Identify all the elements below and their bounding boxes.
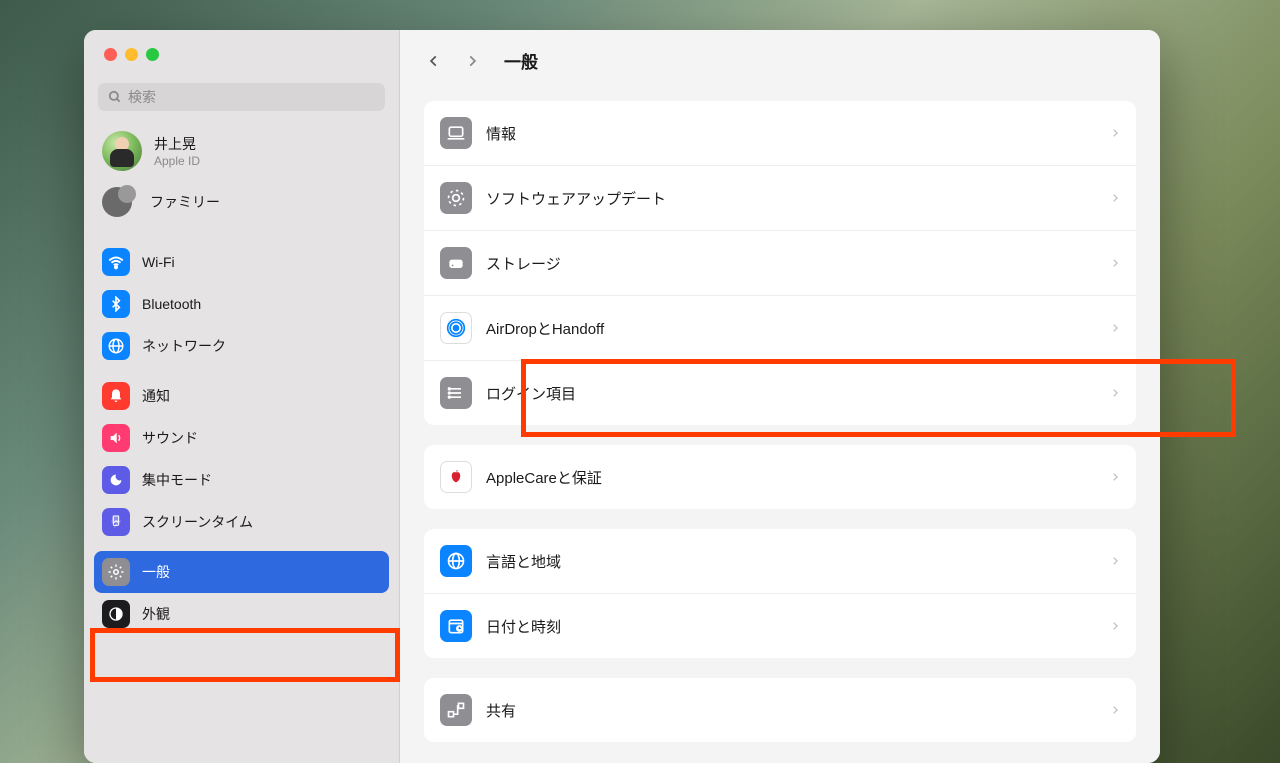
- chevron-right-icon: [1110, 256, 1120, 270]
- calendar-icon: [440, 610, 472, 642]
- chevron-right-icon: [1110, 321, 1120, 335]
- settings-row-sharing[interactable]: 共有: [424, 678, 1136, 742]
- settings-group-1: 情報 ソフトウェアアップデート ストレージ: [424, 101, 1136, 425]
- gear-icon: [440, 182, 472, 214]
- chevron-right-icon: [1110, 703, 1120, 717]
- system-settings-window: 井上晃 Apple ID ファミリー Wi-Fi Bluetooth: [84, 30, 1160, 763]
- row-label: 言語と地域: [486, 551, 1096, 572]
- appearance-icon: [102, 600, 130, 628]
- sidebar-family[interactable]: ファミリー: [84, 181, 399, 223]
- row-label: 共有: [486, 700, 1096, 721]
- sidebar-item-screentime[interactable]: スクリーンタイム: [84, 501, 399, 543]
- settings-group-2: AppleCareと保証: [424, 445, 1136, 509]
- chevron-right-icon: [1110, 126, 1120, 140]
- main-header: 一般: [400, 30, 1160, 101]
- share-icon: [440, 694, 472, 726]
- sidebar-item-sound[interactable]: サウンド: [84, 417, 399, 459]
- row-label: ログイン項目: [486, 383, 1096, 404]
- sidebar-item-label: 一般: [142, 562, 170, 582]
- sidebar: 井上晃 Apple ID ファミリー Wi-Fi Bluetooth: [84, 30, 400, 763]
- sidebar-item-label: 通知: [142, 386, 170, 406]
- sidebar-item-general[interactable]: 一般: [94, 551, 389, 593]
- storage-icon: [440, 247, 472, 279]
- sidebar-item-network[interactable]: ネットワーク: [84, 325, 399, 367]
- sidebar-item-label: サウンド: [142, 428, 198, 448]
- settings-group-4: 共有: [424, 678, 1136, 742]
- settings-row-language[interactable]: 言語と地域: [424, 529, 1136, 594]
- forward-button[interactable]: [462, 51, 482, 71]
- sidebar-item-notifications[interactable]: 通知: [84, 375, 399, 417]
- chevron-right-icon: [1110, 554, 1120, 568]
- close-button[interactable]: [104, 48, 117, 61]
- minimize-button[interactable]: [125, 48, 138, 61]
- main-content: 一般 情報 ソフトウェアアップデート ストレージ: [400, 30, 1160, 763]
- search-box[interactable]: [98, 83, 385, 111]
- row-label: ソフトウェアアップデート: [486, 188, 1096, 209]
- row-label: AppleCareと保証: [486, 467, 1096, 488]
- sidebar-item-bluetooth[interactable]: Bluetooth: [84, 283, 399, 325]
- sidebar-item-wifi[interactable]: Wi-Fi: [84, 241, 399, 283]
- sidebar-item-label: ネットワーク: [142, 336, 226, 356]
- settings-group-3: 言語と地域 日付と時刻: [424, 529, 1136, 658]
- settings-row-about[interactable]: 情報: [424, 101, 1136, 166]
- window-controls: [84, 30, 399, 61]
- bluetooth-icon: [102, 290, 130, 318]
- row-label: 日付と時刻: [486, 616, 1096, 637]
- chevron-right-icon: [1110, 619, 1120, 633]
- page-title: 一般: [504, 48, 538, 73]
- sidebar-section-system: 一般 外観: [84, 551, 399, 635]
- settings-row-airdrop[interactable]: AirDropとHandoff: [424, 296, 1136, 361]
- sidebar-item-label: Bluetooth: [142, 296, 201, 312]
- sidebar-item-label: 集中モード: [142, 470, 212, 490]
- info-icon: [440, 117, 472, 149]
- row-label: ストレージ: [486, 253, 1096, 274]
- gear-icon: [102, 558, 130, 586]
- sound-icon: [102, 424, 130, 452]
- row-label: 情報: [486, 123, 1096, 144]
- avatar: [102, 131, 142, 171]
- wifi-icon: [102, 248, 130, 276]
- airdrop-icon: [440, 312, 472, 344]
- chevron-right-icon: [1110, 470, 1120, 484]
- account-sub: Apple ID: [154, 154, 200, 168]
- screentime-icon: [102, 508, 130, 536]
- settings-row-applecare[interactable]: AppleCareと保証: [424, 445, 1136, 509]
- bell-icon: [102, 382, 130, 410]
- list-icon: [440, 377, 472, 409]
- back-button[interactable]: [424, 51, 444, 71]
- settings-row-software-update[interactable]: ソフトウェアアップデート: [424, 166, 1136, 231]
- row-label: AirDropとHandoff: [486, 318, 1096, 339]
- sidebar-account[interactable]: 井上晃 Apple ID: [84, 127, 399, 175]
- settings-row-login-items[interactable]: ログイン項目: [424, 361, 1136, 425]
- applecare-icon: [440, 461, 472, 493]
- network-icon: [102, 332, 130, 360]
- sidebar-item-label: 外観: [142, 604, 170, 624]
- focus-icon: [102, 466, 130, 494]
- sidebar-section-focus: 通知 サウンド 集中モード スクリーンタイム: [84, 375, 399, 543]
- family-avatar-icon: [102, 187, 132, 217]
- search-icon: [108, 90, 122, 104]
- maximize-button[interactable]: [146, 48, 159, 61]
- settings-row-datetime[interactable]: 日付と時刻: [424, 594, 1136, 658]
- chevron-right-icon: [1110, 191, 1120, 205]
- globe-icon: [440, 545, 472, 577]
- chevron-right-icon: [1110, 386, 1120, 400]
- family-label: ファミリー: [150, 192, 220, 212]
- search-input[interactable]: [128, 89, 375, 105]
- settings-row-storage[interactable]: ストレージ: [424, 231, 1136, 296]
- account-name: 井上晃: [154, 134, 200, 154]
- sidebar-item-label: Wi-Fi: [142, 254, 175, 270]
- sidebar-section-network: Wi-Fi Bluetooth ネットワーク: [84, 241, 399, 367]
- sidebar-item-focus[interactable]: 集中モード: [84, 459, 399, 501]
- sidebar-item-appearance[interactable]: 外観: [84, 593, 399, 635]
- sidebar-item-label: スクリーンタイム: [142, 512, 253, 532]
